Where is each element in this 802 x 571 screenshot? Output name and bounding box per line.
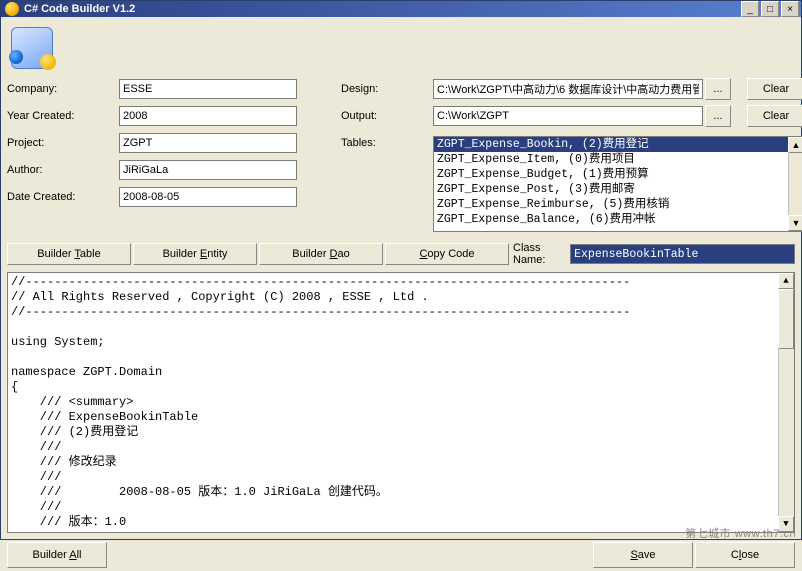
app-window: C# Code Builder V1.2 _ □ × Company: Desi… <box>0 0 802 540</box>
company-label: Company: <box>7 83 117 95</box>
builder-table-button[interactable]: Builder Table <box>7 243 131 265</box>
date-created-input[interactable] <box>119 187 297 207</box>
window-buttons: _ □ × <box>739 1 799 17</box>
save-button[interactable]: Save <box>593 542 693 568</box>
scroll-down-icon[interactable]: ▼ <box>788 215 802 231</box>
scroll-up-icon[interactable]: ▲ <box>788 137 802 153</box>
builder-all-button[interactable]: Builder All <box>7 542 107 568</box>
table-list-item[interactable]: ZGPT_Expense_Post, (3)费用邮寄 <box>434 182 802 197</box>
builder-entity-button[interactable]: Builder Entity <box>133 243 257 265</box>
table-list-item[interactable]: ZGPT_Expense_Bookin, (2)费用登记 <box>434 137 802 152</box>
scroll-down-icon[interactable]: ▼ <box>778 516 794 532</box>
output-clear-button[interactable]: Clear <box>747 105 802 127</box>
year-created-label: Year Created: <box>7 110 117 122</box>
project-label: Project: <box>7 137 117 149</box>
design-input[interactable] <box>433 79 703 99</box>
table-list-item[interactable]: ZGPT_Expense_Reimburse, (5)费用核销 <box>434 197 802 212</box>
scroll-thumb[interactable] <box>778 289 794 349</box>
output-label: Output: <box>341 110 431 122</box>
output-browse-button[interactable]: ... <box>705 105 731 127</box>
class-name-label: Class Name: <box>513 242 568 266</box>
code-textarea[interactable]: //--------------------------------------… <box>7 272 795 533</box>
class-name-input[interactable] <box>570 244 795 264</box>
project-input[interactable] <box>119 133 297 153</box>
scroll-up-icon[interactable]: ▲ <box>778 273 794 289</box>
toolbar-icon-row <box>7 23 795 73</box>
tables-label: Tables: <box>341 137 431 149</box>
client-area: Company: Design: ... Clear Year Created:… <box>1 17 801 539</box>
year-created-input[interactable] <box>119 106 297 126</box>
close-button[interactable]: Close <box>695 542 795 568</box>
listbox-scrollbar[interactable]: ▲ ▼ <box>788 137 802 231</box>
maximize-button[interactable]: □ <box>761 1 779 17</box>
date-created-label: Date Created: <box>7 191 117 203</box>
table-list-item[interactable]: ZGPT_Expense_Item, (0)费用项目 <box>434 152 802 167</box>
titlebar: C# Code Builder V1.2 _ □ × <box>1 1 801 17</box>
window-title: C# Code Builder V1.2 <box>24 3 739 15</box>
action-button-row: Builder Table Builder Entity Builder Dao… <box>7 242 795 266</box>
design-label: Design: <box>341 83 431 95</box>
builder-dao-button[interactable]: Builder Dao <box>259 243 383 265</box>
company-input[interactable] <box>119 79 297 99</box>
code-scrollbar[interactable]: ▲▼ <box>778 273 794 532</box>
minimize-button[interactable]: _ <box>741 1 759 17</box>
footer-buttons: Builder All Save Close 第七城市 www.th7.cn <box>1 539 801 571</box>
tables-listbox[interactable]: ZGPT_Expense_Bookin, (2)费用登记ZGPT_Expense… <box>433 136 802 232</box>
author-label: Author: <box>7 164 117 176</box>
app-icon <box>5 2 19 16</box>
design-clear-button[interactable]: Clear <box>747 78 802 100</box>
output-input[interactable] <box>433 106 703 126</box>
design-browse-button[interactable]: ... <box>705 78 731 100</box>
table-list-item[interactable]: ZGPT_Expense_Balance, (6)费用冲帐 <box>434 212 802 227</box>
copy-code-button[interactable]: Copy Code <box>385 243 509 265</box>
author-input[interactable] <box>119 160 297 180</box>
form-grid: Company: Design: ... Clear Year Created:… <box>7 77 795 236</box>
app-large-icon <box>11 27 53 69</box>
close-window-button[interactable]: × <box>781 1 799 17</box>
table-list-item[interactable]: ZGPT_Expense_Budget, (1)费用预算 <box>434 167 802 182</box>
